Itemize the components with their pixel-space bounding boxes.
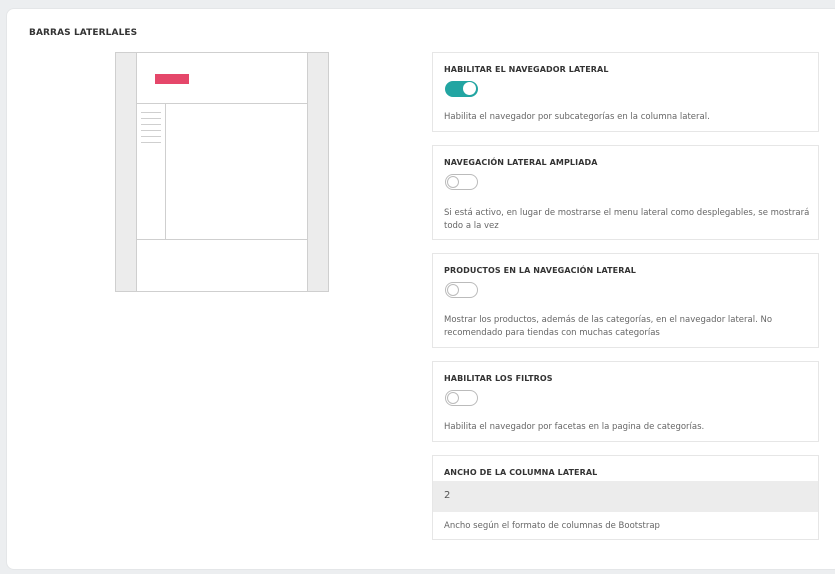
option-description: Habilita el navegador por subcategorías … — [444, 112, 710, 122]
option-card-expanded-navigation: NAVEGACIÓN LATERAL AMPLIADA Si está acti… — [432, 145, 819, 240]
option-label: ANCHO DE LA COLUMNA LATERAL — [444, 468, 598, 477]
sidebar-products-toggle[interactable] — [445, 282, 478, 298]
toggle-knob — [463, 82, 476, 95]
preview-menu-line — [141, 118, 161, 119]
toggle-knob — [447, 284, 459, 296]
column-width-value: 2 — [444, 490, 451, 501]
preview-menu-line — [141, 130, 161, 131]
section-title: BARRAS LATERLALES — [29, 28, 138, 38]
filters-toggle[interactable] — [445, 390, 478, 406]
option-card-sidebar-navigator: HABILITAR EL NAVEGADOR LATERAL Habilita … — [432, 52, 819, 132]
preview-menu-line — [141, 142, 161, 143]
option-card-column-width: ANCHO DE LA COLUMNA LATERAL 2 Ancho segú… — [432, 455, 819, 540]
preview-menu-line — [141, 112, 161, 113]
preview-left-margin — [116, 53, 137, 291]
preview-footer-divider — [137, 239, 307, 240]
preview-right-margin — [307, 53, 328, 291]
option-label: HABILITAR LOS FILTROS — [444, 374, 553, 383]
option-description: Mostrar los productos, además de las cat… — [444, 315, 773, 338]
expanded-navigation-toggle[interactable] — [445, 174, 478, 190]
layout-preview — [115, 52, 329, 292]
option-card-sidebar-products: PRODUCTOS EN LA NAVEGACIÓN LATERAL Mostr… — [432, 253, 819, 348]
preview-menu-line — [141, 124, 161, 125]
toggle-knob — [447, 176, 459, 188]
preview-header-divider — [137, 103, 307, 104]
option-label: NAVEGACIÓN LATERAL AMPLIADA — [444, 158, 598, 167]
preview-sidebar-divider — [165, 104, 166, 240]
option-description: Si está activo, en lugar de mostrarse el… — [444, 208, 810, 231]
option-description: Habilita el navegador por facetas en la … — [444, 422, 705, 432]
sidebar-navigator-toggle[interactable] — [445, 81, 478, 97]
toggle-knob — [447, 392, 459, 404]
preview-menu-line — [141, 136, 161, 137]
preview-logo-bar — [155, 74, 189, 84]
column-width-input[interactable]: 2 — [433, 481, 818, 512]
option-card-filters: HABILITAR LOS FILTROS Habilita el navega… — [432, 361, 819, 442]
option-label: PRODUCTOS EN LA NAVEGACIÓN LATERAL — [444, 266, 636, 275]
option-description: Ancho según el formato de columnas de Bo… — [444, 521, 660, 531]
option-label: HABILITAR EL NAVEGADOR LATERAL — [444, 65, 609, 74]
